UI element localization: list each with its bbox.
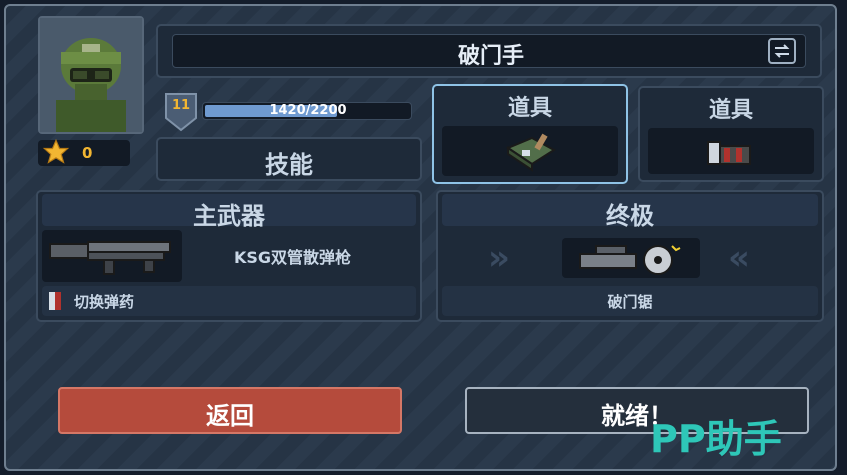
chevron-left-icon: « <box>728 238 750 278</box>
character-name: 破门手 <box>457 44 524 69</box>
star-icon <box>42 138 70 164</box>
back-button[interactable]: 返回 <box>58 387 402 434</box>
primary-weapon-panel[interactable]: 主武器 KSG双管散弹枪 切换弹药 <box>36 190 422 322</box>
watermark-logo: PP助手 <box>650 417 782 461</box>
character-portrait[interactable] <box>38 16 144 134</box>
ammo-swap-icon <box>49 292 61 310</box>
soldier-portrait-icon <box>40 18 142 132</box>
breaching-saw-icon <box>579 245 681 275</box>
level-section: 11 1420/2200 <box>156 86 422 136</box>
ability-row: 切换弹药 <box>42 286 416 316</box>
breaching-charge-icon <box>505 133 556 172</box>
skills-label: 技能 <box>265 151 313 179</box>
swap-icon <box>774 44 790 58</box>
ultimate-header: 终极 <box>606 202 654 230</box>
star-counter: 0 <box>38 138 130 166</box>
swap-character-button[interactable] <box>768 38 796 64</box>
chevron-right-icon: » <box>488 238 510 278</box>
loadout-window: 0 破门手 11 1420/2200 技能 道具 道具 主武器 KSG双管散弹枪… <box>4 4 837 471</box>
ultimate-name: 破门锯 <box>607 293 653 311</box>
item-slot-1[interactable]: 道具 <box>432 84 628 184</box>
back-button-label: 返回 <box>206 402 254 430</box>
xp-bar: 1420/2200 <box>202 102 412 120</box>
grenade-item-icon <box>707 141 751 165</box>
item-slot-1-label: 道具 <box>507 96 552 121</box>
ultimate-slot <box>562 238 700 278</box>
primary-weapon-slot <box>42 230 182 282</box>
ability-label: 切换弹药 <box>74 293 135 311</box>
item-slot-2-label: 道具 <box>708 98 753 123</box>
item-slot-2[interactable]: 道具 <box>638 86 824 182</box>
level-number: 11 <box>171 98 191 113</box>
primary-weapon-header: 主武器 <box>193 202 265 230</box>
shotgun-icon <box>49 241 171 275</box>
xp-text: 1420/2200 <box>269 103 347 118</box>
star-count: 0 <box>82 144 93 162</box>
primary-weapon-name: KSG双管散弹枪 <box>234 248 352 267</box>
name-bar: 破门手 <box>156 24 822 78</box>
skills-button[interactable]: 技能 <box>156 137 422 181</box>
ultimate-panel[interactable]: 终极 » « 破门锯 <box>436 190 824 322</box>
